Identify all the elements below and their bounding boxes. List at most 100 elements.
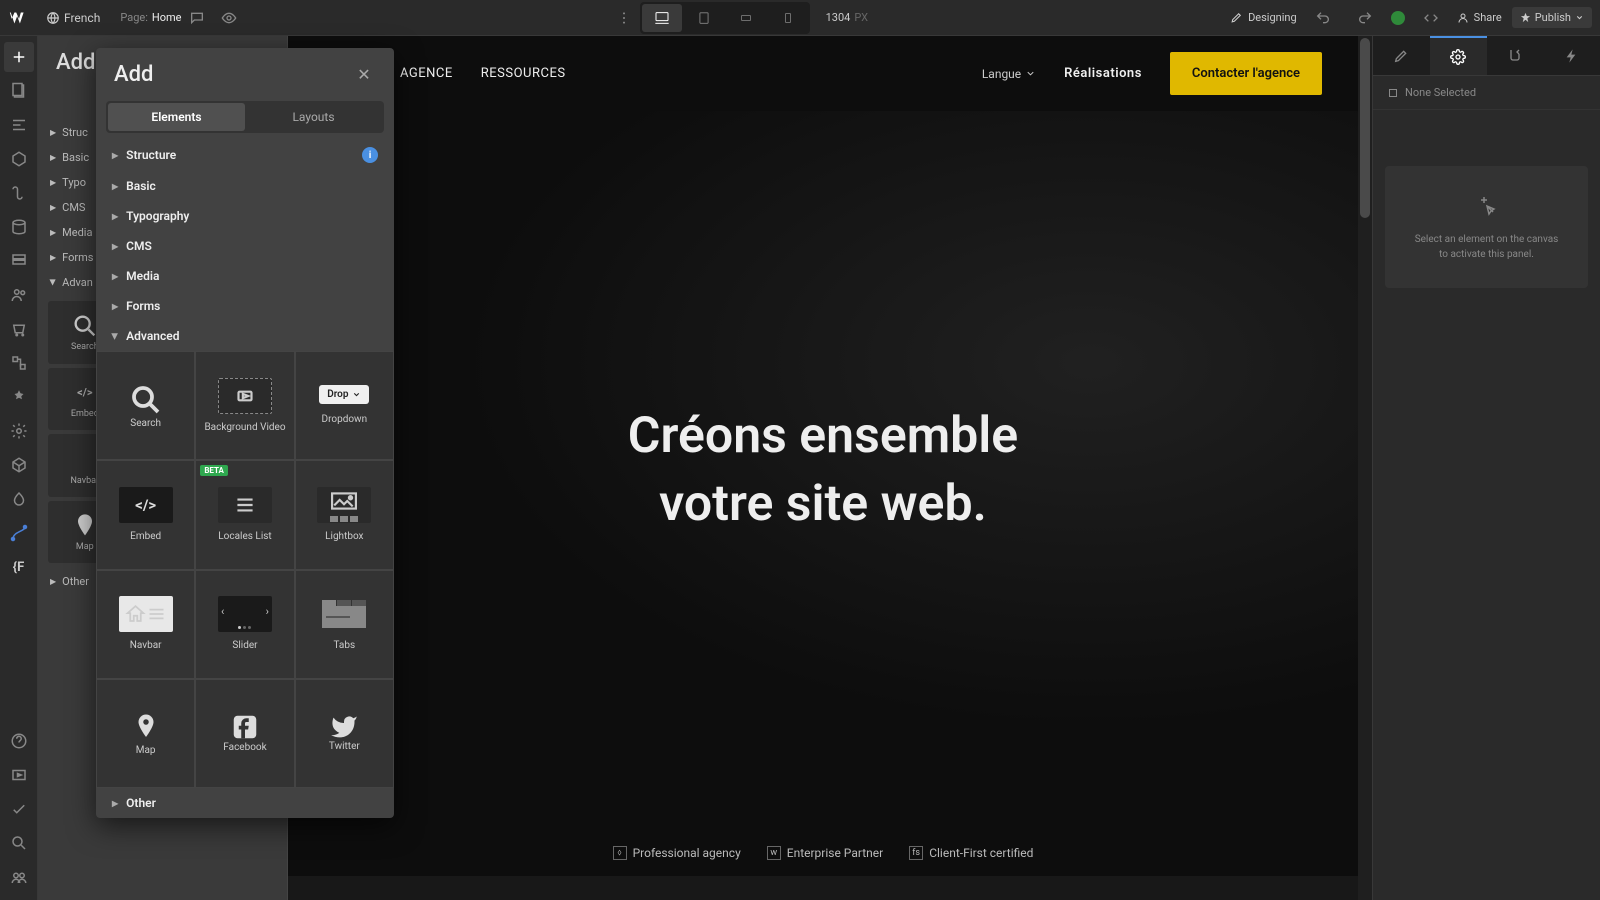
element-embed[interactable]: </>Embed	[96, 460, 195, 569]
empty-state: Select an element on the canvas to activ…	[1385, 166, 1588, 288]
locale-switcher[interactable]: French	[40, 7, 106, 29]
publish-button[interactable]: Publish	[1512, 7, 1592, 28]
slider-icon: ‹›	[218, 596, 272, 632]
map-pin-icon	[131, 709, 161, 745]
video-tutorial-icon[interactable]	[4, 760, 34, 790]
element-twitter[interactable]: Twitter	[295, 679, 394, 788]
selector-field[interactable]: None Selected	[1373, 76, 1600, 110]
section-typography[interactable]: ▶Typography	[96, 201, 394, 231]
element-tabs[interactable]: Tabs	[295, 570, 394, 679]
element-facebook[interactable]: Facebook	[195, 679, 294, 788]
webflow-badge-icon: w	[767, 846, 781, 860]
panel-tab-interactions[interactable]	[1487, 36, 1544, 75]
hero-section[interactable]: Créons ensemblevotre site web.	[288, 111, 1358, 830]
section-forms[interactable]: ▶Forms	[96, 291, 394, 321]
mode-toggle[interactable]: Designing	[1230, 11, 1297, 24]
webflow-logo-icon[interactable]	[8, 7, 30, 29]
navigator-icon[interactable]	[4, 110, 34, 140]
panel-tab-style[interactable]	[1373, 36, 1430, 75]
style-manager-icon[interactable]	[4, 212, 34, 242]
tabs-icon	[317, 596, 371, 632]
panel-tab-settings[interactable]	[1430, 36, 1487, 75]
add-elements-popup: Add ✕ Elements Layouts ▶Structurei ▶Basi…	[96, 48, 394, 818]
ecommerce-icon[interactable]	[4, 314, 34, 344]
logic-icon[interactable]	[4, 348, 34, 378]
nav-link-agence[interactable]: AGENCE	[400, 66, 453, 81]
scrollbar-thumb[interactable]	[1360, 38, 1370, 218]
panel-tab-effects[interactable]	[1543, 36, 1600, 75]
dropdown-chip-icon: Drop	[319, 385, 369, 404]
current-page-name[interactable]: Home	[152, 11, 182, 24]
shield-icon: ⬨	[613, 846, 627, 860]
nav-link-realisations[interactable]: Réalisations	[1064, 66, 1142, 81]
facebook-icon	[230, 712, 260, 742]
breakpoint-mobile[interactable]	[768, 4, 808, 32]
nav-cta-button[interactable]: Contacter l'agence	[1170, 52, 1322, 95]
close-button[interactable]: ✕	[352, 63, 376, 87]
element-background-video[interactable]: Background Video	[195, 351, 294, 460]
breakpoint-desktop[interactable]	[642, 4, 682, 32]
section-structure[interactable]: ▶Structurei	[96, 139, 394, 171]
comments-icon[interactable]	[181, 2, 213, 34]
canvas-scrollbar[interactable]	[1358, 36, 1372, 900]
canvas-width-readout[interactable]: 1304PX	[826, 11, 868, 24]
element-navbar[interactable]: Navbar	[96, 570, 195, 679]
bezier-icon[interactable]	[4, 518, 34, 548]
section-basic[interactable]: ▶Basic	[96, 171, 394, 201]
element-locales-list[interactable]: BETALocales List	[195, 460, 294, 569]
beta-badge: BETA	[200, 465, 228, 476]
section-media[interactable]: ▶Media	[96, 261, 394, 291]
element-slider[interactable]: ‹›Slider	[195, 570, 294, 679]
hero-heading[interactable]: Créons ensemblevotre site web.	[628, 403, 1018, 538]
tab-layouts[interactable]: Layouts	[245, 103, 382, 131]
finsweet-icon[interactable]: {F	[4, 552, 34, 582]
add-elements-icon[interactable]	[4, 42, 34, 72]
element-map[interactable]: Map	[96, 679, 195, 788]
team-icon[interactable]	[4, 862, 34, 892]
badge-pro: ⬨Professional agency	[613, 846, 741, 860]
twitter-icon	[328, 713, 360, 741]
badge-clientfirst: fsClient-First certified	[909, 846, 1033, 860]
nav-language-dropdown[interactable]: Langue	[982, 67, 1036, 81]
users-icon[interactable]	[4, 280, 34, 310]
variables-icon[interactable]	[4, 178, 34, 208]
share-button[interactable]: Share	[1457, 11, 1502, 24]
element-dropdown[interactable]: DropDropdown	[295, 351, 394, 460]
code-icon: </>	[119, 487, 173, 523]
cms-icon[interactable]	[4, 246, 34, 276]
rocket-icon	[1520, 12, 1531, 23]
apps-icon[interactable]	[4, 382, 34, 412]
components-icon[interactable]	[4, 144, 34, 174]
user-icon	[1457, 12, 1469, 24]
pages-icon[interactable]	[4, 76, 34, 106]
undo-icon[interactable]	[1307, 2, 1339, 34]
assets-icon[interactable]	[4, 450, 34, 480]
locale-name: French	[64, 11, 100, 25]
export-code-icon[interactable]	[1415, 2, 1447, 34]
nav-link-ressources[interactable]: RESSOURCES	[481, 66, 566, 81]
design-canvas[interactable]: AGENCE RESSOURCES Langue Réalisations Co…	[288, 36, 1372, 900]
info-icon[interactable]: i	[362, 147, 378, 163]
section-other[interactable]: ▶Other	[96, 788, 394, 818]
preview-eye-icon[interactable]	[213, 2, 245, 34]
tab-elements[interactable]: Elements	[108, 103, 245, 131]
more-icon[interactable]	[608, 2, 640, 34]
element-search[interactable]: Search	[96, 351, 195, 460]
video-icon	[218, 378, 272, 414]
breakpoint-switcher	[640, 2, 810, 34]
top-bar: French Page: Home 1304PX Designing Share…	[0, 0, 1600, 36]
redo-icon[interactable]	[1349, 2, 1381, 34]
color-icon[interactable]	[4, 484, 34, 514]
audit-icon[interactable]	[4, 794, 34, 824]
section-advanced[interactable]: ▶Advanced	[96, 321, 394, 351]
search-icon[interactable]	[4, 828, 34, 858]
square-icon	[1387, 87, 1399, 99]
pointer-click-icon	[1473, 192, 1501, 220]
settings-icon[interactable]	[4, 416, 34, 446]
help-icon[interactable]	[4, 726, 34, 756]
advanced-elements-grid: Search Background Video DropDropdown </>…	[96, 351, 394, 788]
breakpoint-tablet[interactable]	[684, 4, 724, 32]
breakpoint-mobile-landscape[interactable]	[726, 4, 766, 32]
element-lightbox[interactable]: Lightbox	[295, 460, 394, 569]
section-cms[interactable]: ▶CMS	[96, 231, 394, 261]
